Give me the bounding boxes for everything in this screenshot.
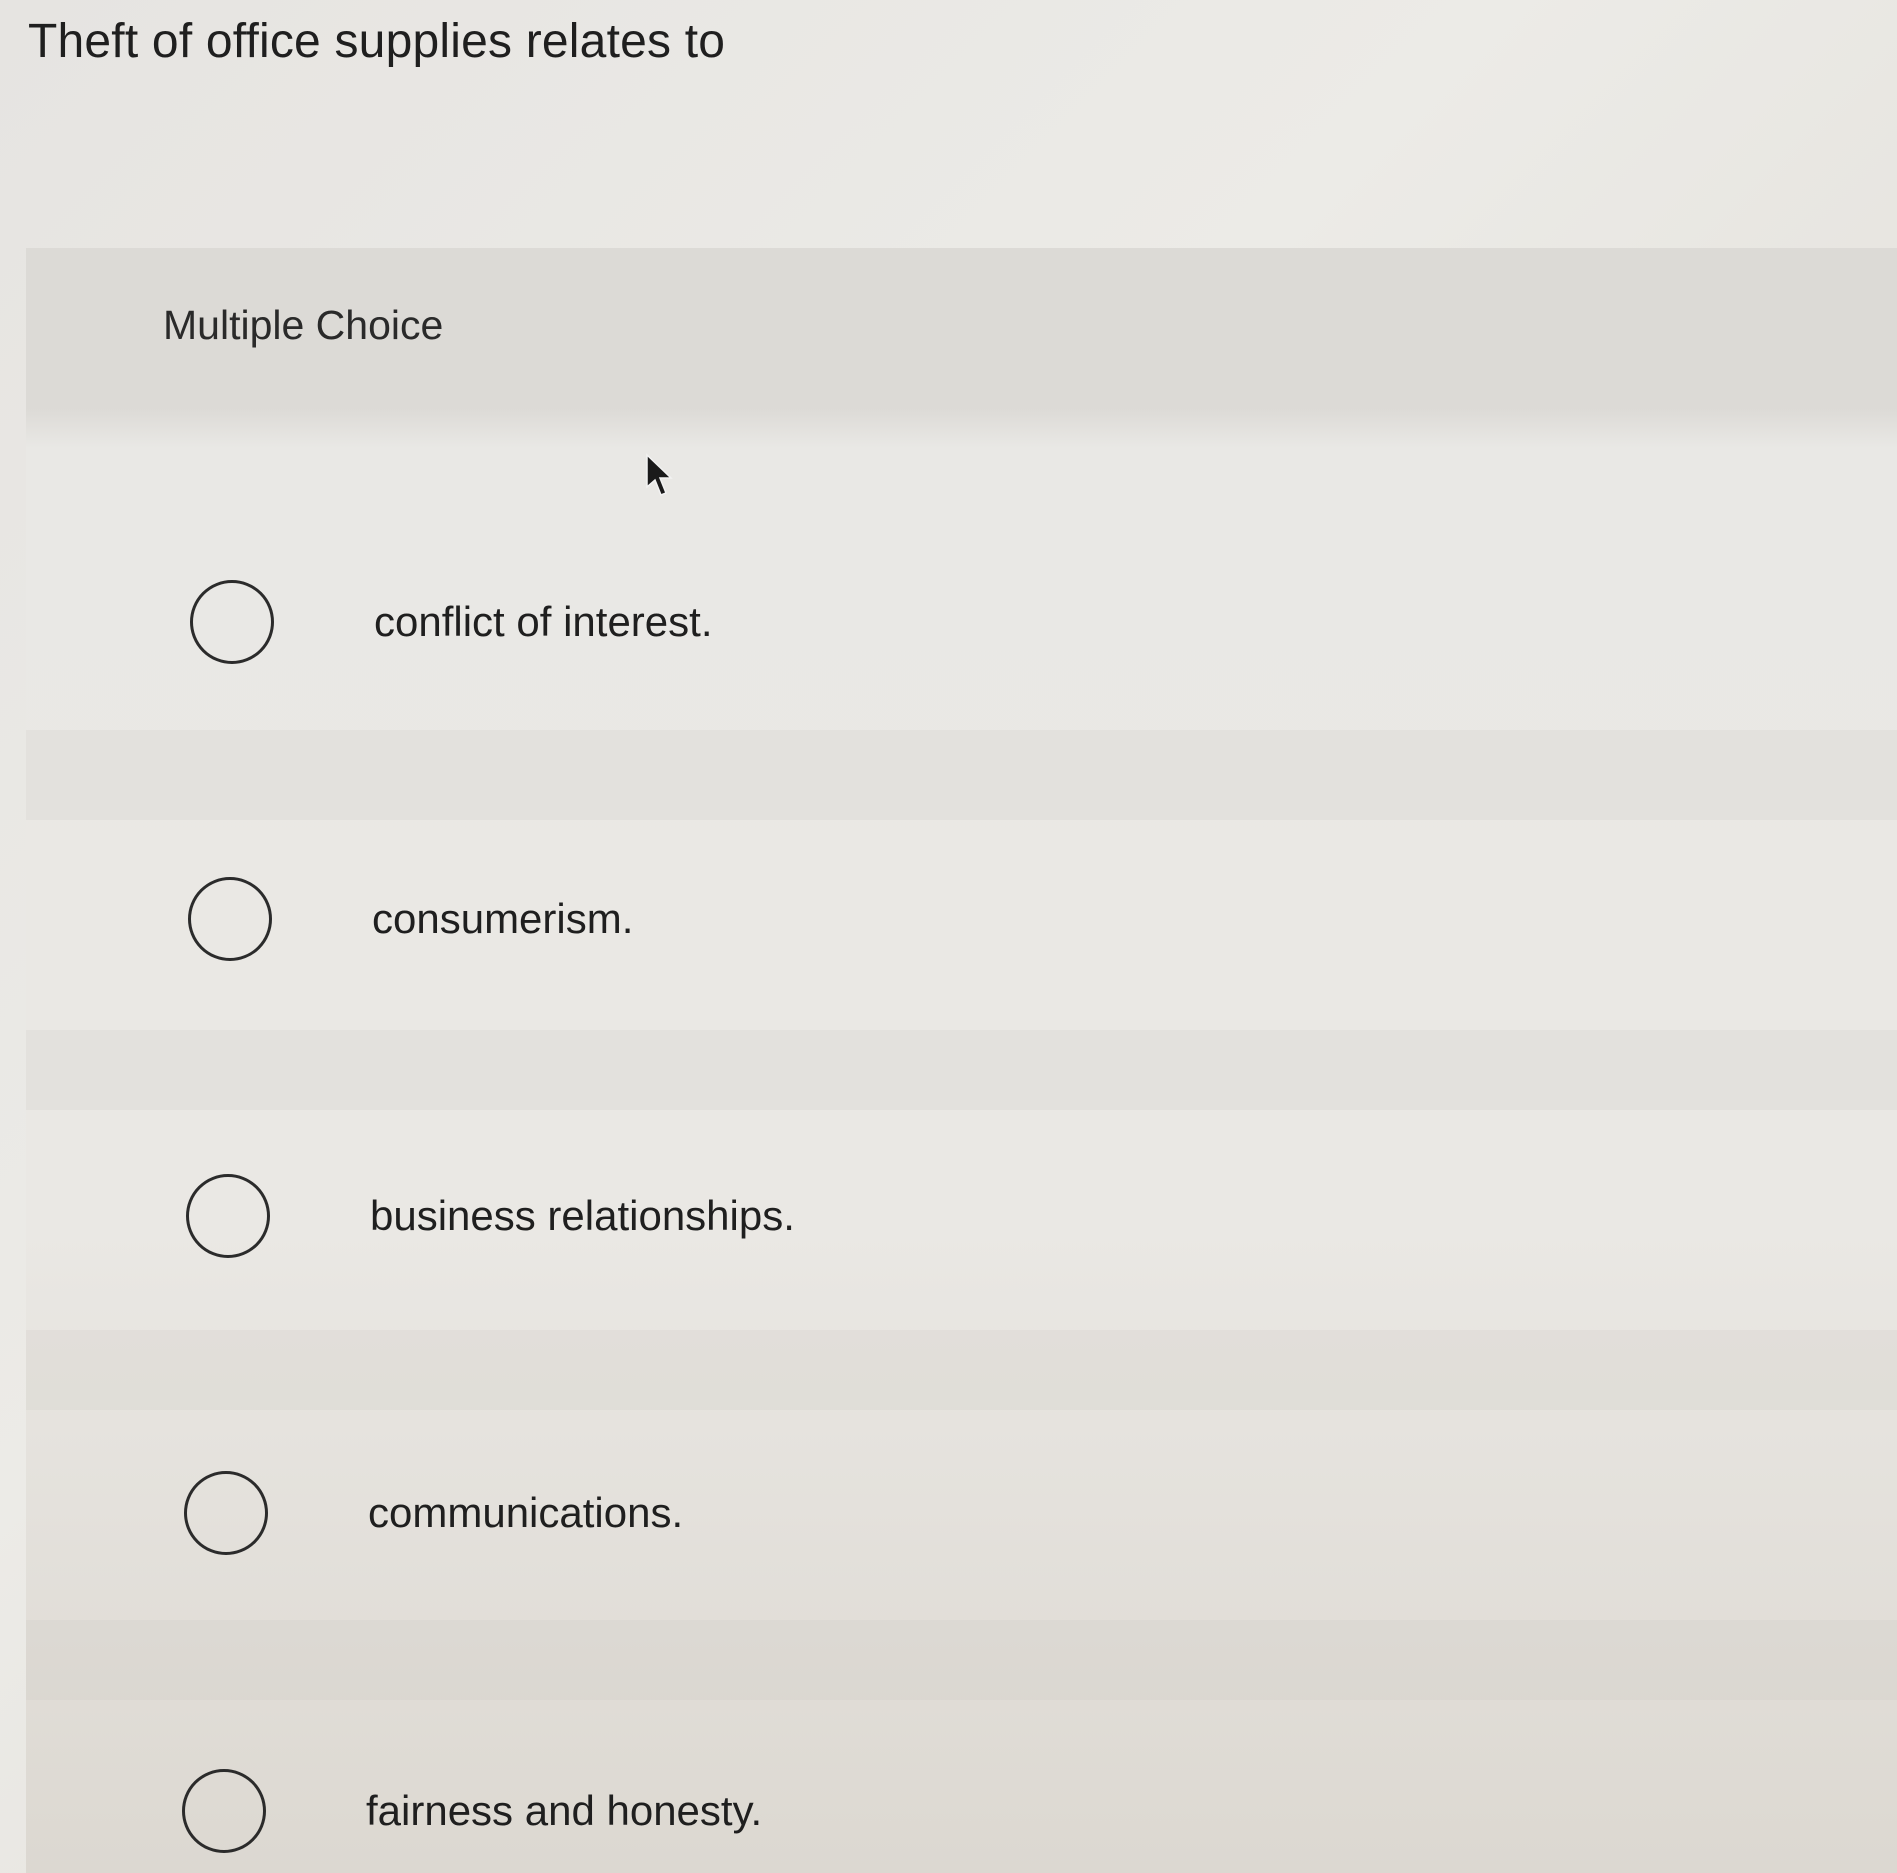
radio-circle-icon[interactable] <box>190 580 274 664</box>
radio-circle-icon[interactable] <box>182 1769 266 1853</box>
multiple-choice-label: Multiple Choice <box>163 302 444 348</box>
option-fairness-and-honesty[interactable]: fairness and honesty. <box>182 1756 1682 1866</box>
radio-circle-icon[interactable] <box>188 877 272 961</box>
option-label: fairness and honesty. <box>366 1787 763 1834</box>
option-label: conflict of interest. <box>374 598 713 645</box>
option-label: business relationships. <box>370 1192 795 1239</box>
option-communications[interactable]: communications. <box>184 1458 1684 1568</box>
radio-circle-icon[interactable] <box>184 1471 268 1555</box>
row-divider <box>26 1030 1897 1110</box>
option-conflict-of-interest[interactable]: conflict of interest. <box>190 567 1690 677</box>
row-divider <box>26 730 1897 820</box>
mouse-pointer-icon <box>646 453 673 496</box>
option-label: communications. <box>368 1489 684 1536</box>
question-text: Theft of office supplies relates to <box>28 15 726 68</box>
option-label: consumerism. <box>372 895 634 942</box>
option-business-relationships[interactable]: business relationships. <box>186 1161 1686 1271</box>
row-divider <box>26 1330 1897 1410</box>
row-divider <box>26 1620 1897 1700</box>
radio-circle-icon[interactable] <box>186 1174 270 1258</box>
option-consumerism[interactable]: consumerism. <box>188 864 1688 974</box>
